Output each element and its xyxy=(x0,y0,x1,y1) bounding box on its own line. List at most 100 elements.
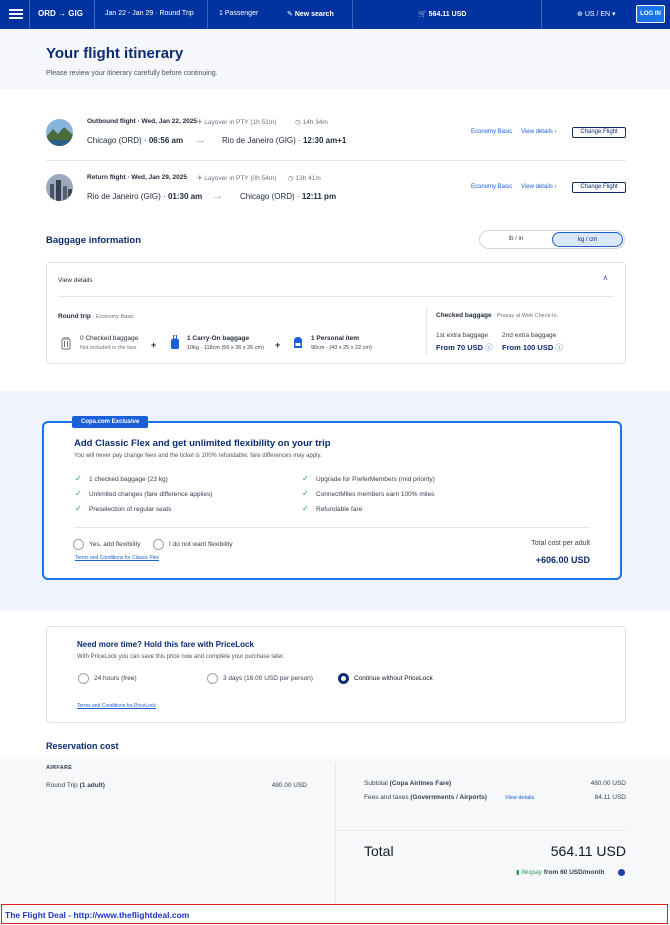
pricelock-none-radio[interactable] xyxy=(338,673,349,684)
flexpay-text: from 60 USD/month xyxy=(543,869,605,876)
check-icon: ✓ xyxy=(302,489,309,498)
extra-bag-1-price: From 70 USD ⓘ xyxy=(436,342,493,353)
reservation-vertical-divider xyxy=(335,763,336,904)
checked-baggage-title: 0 Checked baggage xyxy=(80,335,139,342)
return-layover: ✈ Layover in PTY (0h 54m) xyxy=(197,174,276,182)
outbound-layover-text: Layover in PTY (1h 51m) xyxy=(204,119,277,126)
pricelock-3d-radio[interactable] xyxy=(207,673,218,684)
cart-icon: 🛒 xyxy=(418,11,429,18)
info-icon[interactable]: ⓘ xyxy=(553,343,563,352)
backpack-icon xyxy=(294,337,302,348)
outbound-arrival-time: 12:30 am+1 xyxy=(302,136,347,145)
flex-yes-label[interactable]: Yes, add flexibility xyxy=(89,541,140,548)
plus-icon: + xyxy=(151,340,157,350)
new-search-button[interactable]: ✎ New search xyxy=(287,10,334,18)
outbound-origin-city: Chicago (ORD) · xyxy=(87,136,147,145)
flex-yes-radio[interactable] xyxy=(73,539,84,550)
extra-bag-1-price-text: From 70 USD xyxy=(436,343,484,352)
info-icon[interactable]: ⓘ xyxy=(483,343,493,352)
check-icon: ✓ xyxy=(75,504,82,513)
arrow-right-icon: → xyxy=(58,9,69,18)
flex-benefit: ConnectMiles members earn 100% miles xyxy=(316,491,435,498)
return-departure-time: 01:30 am xyxy=(167,192,203,201)
fees-view-details-link[interactable]: View details xyxy=(505,795,534,801)
pricelock-24h-radio[interactable] xyxy=(78,673,89,684)
chevron-right-icon: › xyxy=(552,184,557,190)
round-trip-label: Round trip xyxy=(58,313,91,320)
airfare-label: AIRFARE xyxy=(46,765,73,771)
return-duration-text: 13h 41m xyxy=(295,175,321,182)
page-subtitle: Please review your itinerary carefully b… xyxy=(46,70,218,77)
extra-bag-2-price: From 100 USD ⓘ xyxy=(502,342,563,353)
carry-on-icon xyxy=(171,335,179,349)
login-button[interactable]: LOG IN xyxy=(636,5,665,23)
outbound-fare-link[interactable]: Economy Basic xyxy=(471,129,512,135)
globe-icon: ⊕ xyxy=(577,11,585,18)
watermark-banner: The Flight Deal - http://www.theflightde… xyxy=(1,904,668,924)
language-selector[interactable]: ⊕ US / EN ▾ xyxy=(577,10,616,18)
return-origin-city: Rio de Janeiro (GIG) · xyxy=(87,192,166,201)
pricelock-24h-label[interactable]: 24 hours (free) xyxy=(94,675,137,682)
return-heading: Return flight · Wed, Jan 29, 2025 xyxy=(87,174,187,181)
outbound-change-flight-button[interactable]: Change Flight xyxy=(572,127,626,138)
subtotal-value: 480.00 USD xyxy=(590,780,626,787)
checked-prepay: Checked baggage · Prepay at Web Check-In… xyxy=(436,312,558,319)
pricelock-title: Need more time? Hold this fare with Pric… xyxy=(77,640,254,649)
roundtrip-fare-label: Round Trip xyxy=(46,782,78,789)
route-origin: ORD xyxy=(38,9,56,18)
total-value: 564.11 USD xyxy=(550,843,626,859)
return-view-details-label: View details xyxy=(521,184,553,190)
outbound-destination: Rio de Janeiro (GIG) · 12:30 am+1 xyxy=(222,136,346,145)
total-divider xyxy=(336,830,626,831)
return-view-details[interactable]: View details › xyxy=(521,184,557,190)
top-nav-bar: ORD → GIG Jan 22 - Jan 29 · Round Trip 1… xyxy=(0,0,670,29)
page-title: Your flight itinerary xyxy=(46,45,184,62)
outbound-view-details[interactable]: View details › xyxy=(521,129,557,135)
return-fare-link[interactable]: Economy Basic xyxy=(471,184,512,190)
exclusive-badge: Copa.com Exclusive xyxy=(72,416,149,428)
unit-lb-option[interactable]: lb / in xyxy=(480,231,552,248)
unit-toggle: lb / in kg / cm xyxy=(479,230,625,249)
fees-value: 84.11 USD xyxy=(594,794,626,801)
baggage-section-title: Baggage information xyxy=(46,235,142,246)
round-trip-fare: · Economy Basic xyxy=(92,314,134,320)
roundtrip-fare-adults: (1 adult) xyxy=(79,782,105,789)
trip-dates[interactable]: Jan 22 - Jan 29 · Round Trip xyxy=(105,10,194,17)
outbound-destination-thumbnail xyxy=(46,119,73,146)
flex-divider xyxy=(74,527,590,528)
baggage-round-trip: Round trip · Economy Basic xyxy=(58,313,134,320)
flex-no-radio[interactable] xyxy=(153,539,164,550)
return-change-flight-button[interactable]: Change Flight xyxy=(572,182,626,193)
flex-terms-link[interactable]: Terms and Conditions for Classic Flex xyxy=(75,555,159,561)
copa-logo-icon[interactable] xyxy=(8,6,24,22)
chevron-up-icon[interactable]: ˄ xyxy=(603,274,608,283)
extra-bag-1-label: 1st extra baggage xyxy=(436,332,489,339)
unit-kg-option[interactable]: kg / cm xyxy=(552,232,623,247)
return-destination: Chicago (ORD) · 12:11 pm xyxy=(240,192,336,201)
passenger-count[interactable]: 1 Passenger xyxy=(219,10,258,17)
flex-no-label[interactable]: I do not want flexibility xyxy=(169,541,233,548)
return-destination-thumbnail xyxy=(46,174,73,201)
outbound-destination-city: Rio de Janeiro (GIG) · xyxy=(222,136,301,145)
pricelock-terms-link[interactable]: Terms and Conditions for PriceLock xyxy=(77,703,156,709)
pricelock-none-label[interactable]: Continue without PriceLock xyxy=(354,675,433,682)
flight-divider xyxy=(46,160,626,161)
personal-item-title: 1 Personal item xyxy=(311,335,360,342)
route-summary[interactable]: ORD → GIG xyxy=(38,9,83,18)
pricelock-3d-label[interactable]: 3 days (16.00 USD per person) xyxy=(223,675,313,682)
check-icon: ✓ xyxy=(75,474,82,483)
subtotal-label: Subtotal xyxy=(364,780,388,787)
baggage-view-details[interactable]: View details xyxy=(58,277,93,284)
flex-benefit: Upgrade for PreferMembers (mid priority) xyxy=(316,476,435,483)
flexpay-offer[interactable]: ▮ flexpay from 60 USD/month xyxy=(516,868,604,876)
extra-bag-2-label: 2nd extra baggage xyxy=(502,332,557,339)
info-icon[interactable] xyxy=(618,869,625,876)
cart-total[interactable]: 🛒 564.11 USD xyxy=(418,10,466,18)
extra-bag-2-price-text: From 100 USD xyxy=(502,343,554,352)
return-arrival-time: 12:11 pm xyxy=(301,192,337,201)
watermark-text: The Flight Deal - http://www.theflightde… xyxy=(5,910,190,920)
baggage-vertical-divider xyxy=(426,307,427,355)
roundtrip-fare-value: 480.00 USD xyxy=(271,782,307,789)
flex-benefit: Unlimited changes (fare difference appli… xyxy=(89,491,213,498)
cart-total-label: 564.11 USD xyxy=(428,11,467,18)
